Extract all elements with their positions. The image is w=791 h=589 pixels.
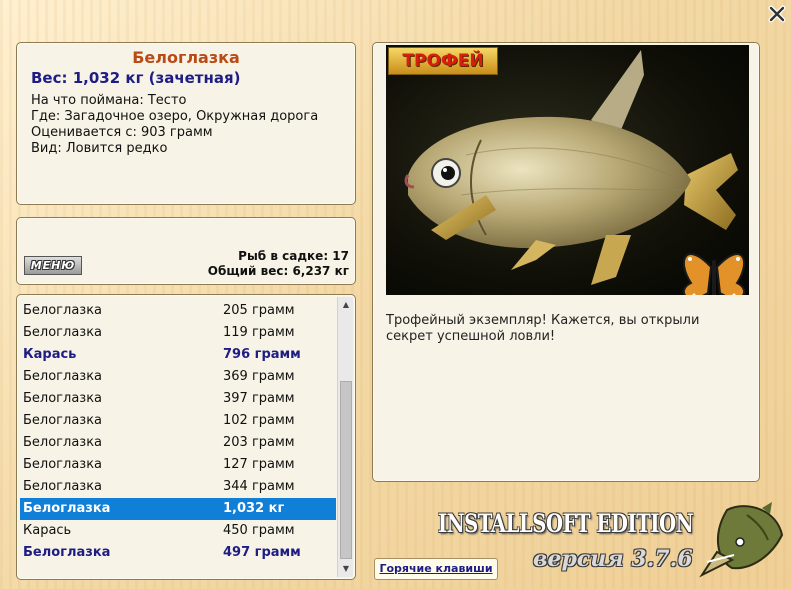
bait-info: На что поймана: Тесто xyxy=(31,93,187,108)
butterfly-icon xyxy=(682,253,746,295)
catch-fish-weight: 344 грамм xyxy=(223,479,295,494)
catch-fish-weight: 127 грамм xyxy=(223,457,295,472)
catch-info-panel: Белоглазка Вес: 1,032 кг (зачетная) На ч… xyxy=(16,42,356,205)
catch-list-row[interactable]: Белоглазка 1,032 кг xyxy=(20,498,336,520)
catch-fish-name: Белоглазка xyxy=(23,369,103,384)
version-label: версия 3.7.6 xyxy=(533,546,693,572)
catch-fish-name: Белоглазка xyxy=(23,457,103,472)
fish-count: Рыб в садке: 17 xyxy=(238,249,349,263)
menu-button[interactable]: МЕНЮ xyxy=(24,256,82,275)
catch-fish-name: Карась xyxy=(23,347,77,362)
catch-fish-weight: 102 грамм xyxy=(223,413,295,428)
catch-list-row[interactable]: Белоглазка 369 грамм xyxy=(20,366,336,388)
catch-list-row[interactable]: Карась 450 грамм xyxy=(20,520,336,542)
catch-fish-weight: 397 грамм xyxy=(223,391,295,406)
catch-fish-name: Карась xyxy=(23,523,72,538)
catch-fish-weight: 369 грамм xyxy=(223,369,295,384)
catch-list-row[interactable]: Белоглазка 397 грамм xyxy=(20,388,336,410)
valued-from-info: Оценивается с: 903 грамм xyxy=(31,125,213,140)
kind-info: Вид: Ловится редко xyxy=(31,141,168,156)
catch-list-row[interactable]: Белоглазка 203 грамм xyxy=(20,432,336,454)
catch-fish-weight: 119 грамм xyxy=(223,325,295,340)
catch-list-row[interactable]: Карась 796 грамм xyxy=(20,344,336,366)
catch-fish-name: Белоглазка xyxy=(23,303,103,318)
fish-name: Белоглазка xyxy=(132,48,240,67)
catch-list-row[interactable]: Белоглазка 497 грамм xyxy=(20,542,336,564)
catch-list-row[interactable]: Белоглазка 205 грамм xyxy=(20,300,336,322)
catch-fish-weight: 497 грамм xyxy=(223,545,301,560)
trophy-badge: ТРОФЕЙ xyxy=(388,47,498,75)
trophy-message: Трофейный экземпляр! Кажется, вы открыли… xyxy=(386,313,700,344)
catch-list-row[interactable]: Белоглазка 102 грамм xyxy=(20,410,336,432)
catch-list-panel: Белоглазка 205 грамм Белоглазка 119 грамм Ка… xyxy=(16,294,356,580)
scroll-down-icon[interactable]: ▼ xyxy=(338,561,354,577)
photo-panel: ТРОФЕЙ Трофейный экземпляр! Кажется, вы … xyxy=(372,42,760,482)
scrollbar[interactable]: ▲ ▼ xyxy=(337,297,353,577)
hotkeys-button[interactable]: Горячие клавиши xyxy=(374,558,498,580)
catch-list-row[interactable]: Белоглазка 344 грамм xyxy=(20,476,336,498)
catch-fish-weight: 203 грамм xyxy=(223,435,295,450)
catch-fish-name: Белоглазка xyxy=(23,545,111,560)
fish-illustration xyxy=(404,50,746,295)
catch-fish-weight: 205 грамм xyxy=(223,303,295,318)
total-weight: Общий вес: 6,237 кг xyxy=(207,264,349,278)
catch-fish-name: Белоглазка xyxy=(23,435,103,450)
catch-fish-name: Белоглазка xyxy=(23,501,111,516)
catch-list: Белоглазка 205 грамм Белоглазка 119 грамм Ка… xyxy=(20,300,336,564)
pike-logo xyxy=(699,502,784,578)
catch-fish-name: Белоглазка xyxy=(23,479,103,494)
close-icon[interactable] xyxy=(768,5,786,23)
fish-weight: Вес: 1,032 кг (зачетная) xyxy=(31,69,241,87)
catch-list-row[interactable]: Белоглазка 127 грамм xyxy=(20,454,336,476)
catch-fish-name: Белоглазка xyxy=(23,391,103,406)
place-info: Где: Загадочное озеро, Окружная дорога xyxy=(31,109,319,124)
catch-fish-weight: 796 грамм xyxy=(223,347,301,362)
edition-label: INSTALLSOFT EDITION xyxy=(438,509,694,538)
fish-photo: ТРОФЕЙ xyxy=(386,45,749,295)
catch-fish-name: Белоглазка xyxy=(23,413,103,428)
scroll-thumb[interactable] xyxy=(340,381,352,559)
catch-list-row[interactable]: Белоглазка 119 грамм xyxy=(20,322,336,344)
catch-fish-name: Белоглазка xyxy=(23,325,103,340)
catch-fish-weight: 1,032 кг xyxy=(223,501,285,516)
scroll-up-icon[interactable]: ▲ xyxy=(338,297,354,313)
catch-fish-weight: 450 грамм xyxy=(223,523,295,538)
keepnet-panel: МЕНЮ Рыб в садке: 17 Общий вес: 6,237 кг xyxy=(16,217,356,285)
